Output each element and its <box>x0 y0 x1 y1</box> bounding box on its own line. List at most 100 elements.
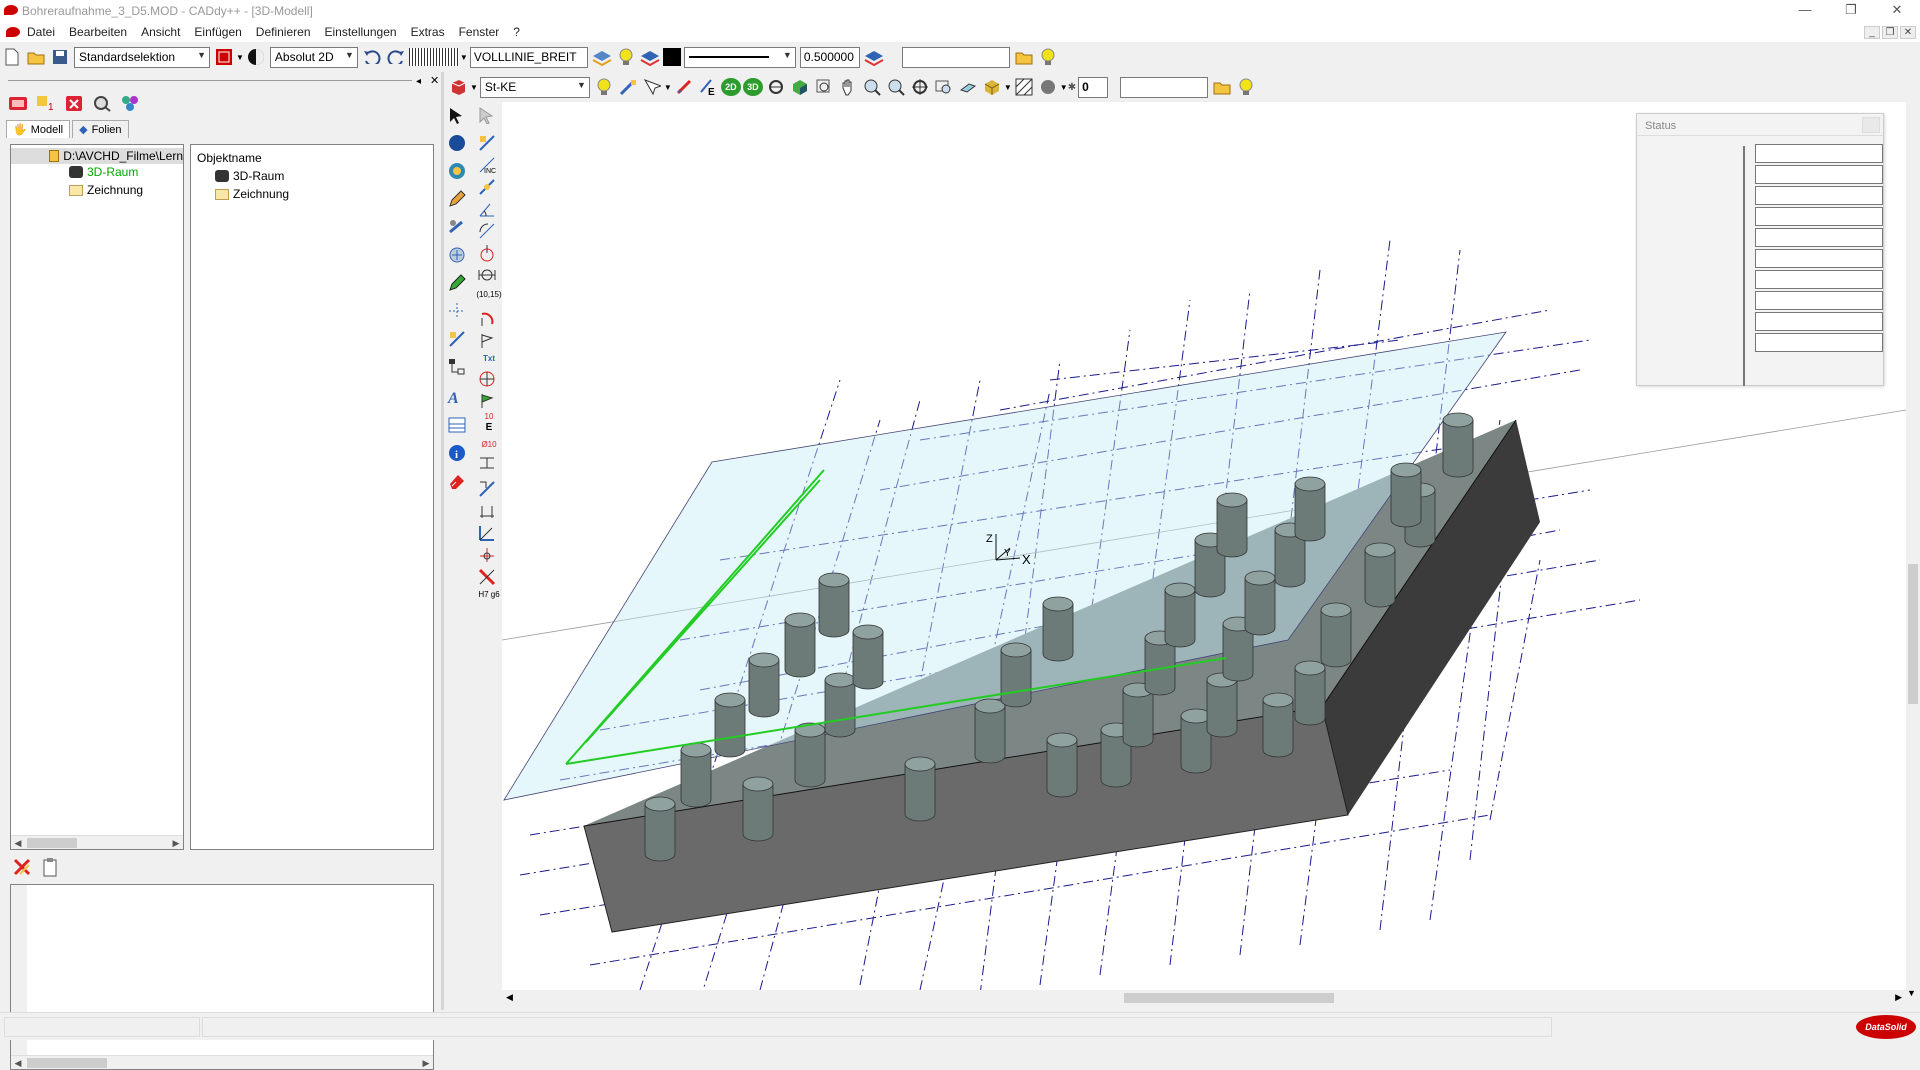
chevron-down-icon[interactable]: ▼ <box>664 83 672 92</box>
minimize-button[interactable]: — <box>1782 0 1828 22</box>
zoom-previous-icon[interactable] <box>933 76 955 98</box>
info-icon[interactable]: i <box>446 442 468 464</box>
view-name-field[interactable] <box>1120 76 1209 98</box>
menu-extras[interactable]: Extras <box>404 25 452 39</box>
count-spinner[interactable]: 0 <box>1078 76 1109 98</box>
close-button[interactable]: ✕ <box>1874 0 1920 22</box>
chevron-down-icon[interactable]: ▼ <box>1004 83 1012 92</box>
view-folder-icon[interactable] <box>1211 76 1233 98</box>
modify-icon[interactable] <box>446 216 468 238</box>
scroll-right-icon[interactable]: ▶ <box>419 1056 433 1070</box>
edge-e-icon[interactable]: E <box>697 76 719 98</box>
new-file-icon[interactable] <box>1 46 23 68</box>
delete-cross-icon[interactable] <box>11 856 33 878</box>
diameter-label[interactable]: Ø10 <box>476 440 502 449</box>
chain-dim-icon[interactable] <box>476 500 498 522</box>
incremental-icon[interactable]: INC <box>476 154 498 176</box>
render-sphere-icon[interactable] <box>1037 76 1059 98</box>
mdi-close-button[interactable]: ✕ <box>1900 26 1916 39</box>
tab-modell[interactable]: 🖐 Modell <box>6 120 71 138</box>
layer-stack-icon[interactable] <box>639 46 661 68</box>
line-style-select[interactable]: ▼ <box>683 46 796 68</box>
pin-icon[interactable]: ◂ <box>416 76 421 87</box>
chevron-down-icon[interactable]: ▼ <box>236 53 244 62</box>
snap-sphere-icon[interactable] <box>245 46 267 68</box>
mdi-doc-icon[interactable] <box>6 27 20 37</box>
scroll-right-icon[interactable]: ▶ <box>169 836 183 850</box>
scroll-down-icon[interactable]: ▼ <box>1907 988 1916 998</box>
tree-item-3d-raum[interactable]: 3D-Raum <box>69 165 138 179</box>
tab-folien[interactable]: ◆ Folien <box>72 120 129 138</box>
scroll-left-icon[interactable]: ◀ <box>506 992 513 1003</box>
chevron-down-icon[interactable]: ▼ <box>460 53 468 62</box>
selection-mode-select[interactable]: Standardselektion ▼ <box>74 46 210 68</box>
solid-tool-icon[interactable] <box>447 76 469 98</box>
distance-icon[interactable] <box>476 264 498 286</box>
tree-h-scrollbar[interactable]: ◀ ▶ <box>11 835 183 849</box>
list-item[interactable]: 3D-Raum <box>215 169 284 183</box>
grid-icon[interactable] <box>408 48 459 66</box>
menu-einfuegen[interactable]: Einfügen <box>187 25 248 39</box>
edge-icon[interactable] <box>673 76 695 98</box>
text-icon[interactable]: A <box>446 386 468 408</box>
scroll-thumb[interactable] <box>1908 564 1918 704</box>
flag-f-icon[interactable] <box>476 390 498 412</box>
snap-tool-icon[interactable] <box>641 76 663 98</box>
layer-width-icon[interactable] <box>863 46 885 68</box>
shade-icon[interactable] <box>789 76 811 98</box>
tolerance-label[interactable]: H7 g6 <box>476 590 502 599</box>
line-width-field[interactable]: 0.500000 <box>799 46 860 68</box>
menu-definieren[interactable]: Definieren <box>249 25 318 39</box>
undo-icon[interactable] <box>361 46 383 68</box>
scroll-thumb[interactable] <box>27 1058 107 1068</box>
green-pencil-icon[interactable] <box>446 272 468 294</box>
clipboard-icon[interactable] <box>39 856 61 878</box>
transform-icon[interactable] <box>446 244 468 266</box>
search-model-icon[interactable] <box>91 92 113 114</box>
view-bulb-icon[interactable] <box>1235 76 1257 98</box>
cube-box-icon[interactable] <box>981 76 1003 98</box>
view-2d-button[interactable]: 2D <box>720 78 741 96</box>
angle-icon[interactable] <box>476 198 498 220</box>
ordinate-icon[interactable] <box>476 478 498 500</box>
view-3d-button[interactable]: 3D <box>742 78 763 96</box>
pan-hand-icon[interactable] <box>837 76 859 98</box>
dimension-icon[interactable] <box>446 328 468 350</box>
e-label[interactable]: E <box>476 422 502 433</box>
scroll-thumb[interactable] <box>27 838 77 848</box>
layer-folder-icon[interactable] <box>1013 46 1035 68</box>
tree-item-zeichnung[interactable]: Zeichnung <box>69 183 143 197</box>
center-circle-icon[interactable] <box>476 242 498 264</box>
hatch-icon[interactable] <box>446 414 468 436</box>
pick-icon[interactable] <box>617 76 639 98</box>
red-edit-icon[interactable] <box>476 566 498 588</box>
hatch-pattern-icon[interactable] <box>1013 76 1035 98</box>
open-folder-icon[interactable] <box>25 46 47 68</box>
section-plane-icon[interactable] <box>957 76 979 98</box>
menu-ansicht[interactable]: Ansicht <box>134 25 187 39</box>
point-icon[interactable] <box>476 132 498 154</box>
viewport-v-scrollbar[interactable]: ▼ <box>1906 102 1920 998</box>
properties-icon[interactable] <box>119 92 141 114</box>
zoom-out-icon[interactable] <box>885 76 907 98</box>
menu-einstellungen[interactable]: Einstellungen <box>318 25 404 39</box>
layer-bulb-icon[interactable] <box>1037 46 1059 68</box>
viewport-h-scrollbar[interactable]: ◀ ▶ <box>502 990 1906 1006</box>
rotate-view-icon[interactable] <box>765 76 787 98</box>
pencil-icon[interactable] <box>446 188 468 210</box>
mdi-minimize-button[interactable]: _ <box>1864 26 1880 39</box>
flag-icon[interactable] <box>476 330 498 352</box>
baseline-icon[interactable] <box>476 522 498 544</box>
zoom-in-icon[interactable] <box>861 76 883 98</box>
revolve-icon[interactable] <box>446 160 468 182</box>
coord-label[interactable]: (10,15) <box>476 290 502 299</box>
close-panel-icon[interactable]: ✕ <box>430 74 439 87</box>
select-arrow-icon[interactable] <box>446 104 468 126</box>
zoom-window-icon[interactable] <box>813 76 835 98</box>
midpoint-icon[interactable] <box>476 176 498 198</box>
menu-datei[interactable]: Datei <box>20 25 62 39</box>
delete-model-icon[interactable] <box>63 92 85 114</box>
light-icon[interactable] <box>593 76 615 98</box>
linear-dim-icon[interactable] <box>476 452 498 474</box>
material-select[interactable]: St-KE ▼ <box>479 76 590 98</box>
